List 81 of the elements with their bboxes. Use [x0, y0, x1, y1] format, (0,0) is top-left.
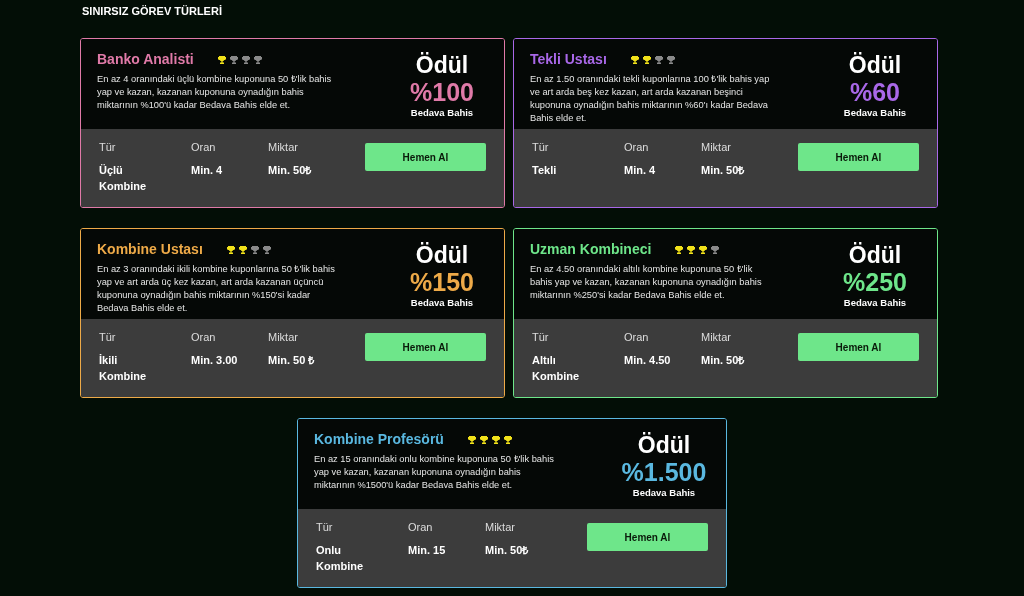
claim-button[interactable]: Hemen Al: [798, 333, 919, 361]
quest-description: En az 3 oranındaki ikili kombine kuponlarına 50 ₺'lik bahis yap ve art arda üç kez kazan, art arda kazanan üçüncü kuponuna oynadığın bahis miktarının %150'si kadar Bedava Bahis elde et.: [97, 263, 336, 315]
claim-button[interactable]: Hemen Al: [365, 143, 486, 171]
reward-percent: %100: [409, 78, 475, 106]
trophy-icon: [711, 245, 720, 254]
reward-type: Bedava Bahis: [409, 106, 475, 120]
field-value: Üçlü Kombine: [99, 162, 148, 194]
field-value: Altılı Kombine: [532, 352, 581, 384]
claim-button[interactable]: Hemen Al: [587, 523, 708, 551]
claim-button[interactable]: Hemen Al: [798, 143, 919, 171]
field-label: Miktar: [268, 140, 299, 155]
trophy-icon: [687, 245, 696, 254]
trophy-icon: [479, 435, 488, 444]
trophy-icon: [642, 55, 651, 64]
field-label: Miktar: [701, 140, 732, 155]
field-label: Oran: [624, 330, 650, 345]
reward-label: Ödül: [847, 53, 903, 78]
trophy-icon: [654, 55, 663, 64]
field-label: Tür: [532, 140, 550, 155]
field-value: Min. 3.00: [191, 352, 239, 368]
trophy-icon: [226, 245, 235, 254]
reward-label: Ödül: [636, 433, 692, 458]
trophy-icon: [238, 245, 247, 254]
trophy-icon: [467, 435, 476, 444]
reward-percent: %150: [409, 268, 475, 296]
quest-description: En az 4.50 oranındaki altılı kombine kuponuna 50 ₺'lik bahis yap ve kazan, kazanan kuponuna oynadığın bahis miktarının %250'si kadar Bedava Bahis elde et.: [530, 263, 763, 302]
field-label: Tür: [532, 330, 550, 345]
trophy-icon: [250, 245, 259, 254]
reward-type: Bedava Bahis: [842, 296, 908, 310]
field-value: Min. 4.50: [624, 352, 672, 368]
field-value: Min. 15: [408, 542, 447, 558]
field-label: Tür: [99, 330, 117, 345]
reward-label: Ödül: [847, 243, 903, 268]
field-label: Miktar: [485, 520, 516, 535]
quest-title: Kombine Ustası: [97, 240, 203, 259]
field-value: Min. 50₺: [701, 352, 746, 368]
trophy-icon: [503, 435, 512, 444]
reward-type: Bedava Bahis: [631, 486, 697, 500]
field-value: Min. 50₺: [701, 162, 746, 178]
reward-type: Bedava Bahis: [409, 296, 475, 310]
field-label: Tür: [316, 520, 334, 535]
field-label: Miktar: [701, 330, 732, 345]
trophy-icon: [241, 55, 250, 64]
field-value: Min. 50 ₺: [268, 352, 316, 368]
quest-title: Kombine Profesörü: [314, 430, 444, 449]
field-value: Min. 50₺: [485, 542, 530, 558]
trophy-icon: [491, 435, 500, 444]
quest-description: En az 4 oranındaki üçlü kombine kuponuna 50 ₺'lik bahis yap ve kazan, kazanan kuponuna oynadığın bahis miktarının %100'ü kadar Bedava Bahis elde et.: [97, 73, 333, 112]
field-value: Tekli: [532, 162, 558, 178]
field-value: Min. 4: [624, 162, 657, 178]
trophy-icon: [229, 55, 238, 64]
trophy-icon: [217, 55, 226, 64]
quest-title: Tekli Ustası: [530, 50, 607, 69]
quest-description: En az 15 oranındaki onlu kombine kuponuna 50 ₺'lik bahis yap ve kazan, kazanan kuponuna oynadığın bahis miktarının %1500'ü kadar Bedava Bahis elde et.: [314, 453, 555, 492]
reward-label: Ödül: [414, 53, 470, 78]
reward-type: Bedava Bahis: [842, 106, 908, 120]
reward-label: Ödül: [414, 243, 470, 268]
trophy-icon: [262, 245, 271, 254]
field-label: Tür: [99, 140, 117, 155]
field-value: Min. 50₺: [268, 162, 313, 178]
field-label: Oran: [624, 140, 650, 155]
field-label: Oran: [191, 330, 217, 345]
field-label: Oran: [191, 140, 217, 155]
claim-button[interactable]: Hemen Al: [365, 333, 486, 361]
field-label: Miktar: [268, 330, 299, 345]
reward-percent: %60: [848, 78, 901, 106]
quest-title: Uzman Kombineci: [530, 240, 652, 259]
field-value: Min. 4: [191, 162, 224, 178]
reward-percent: %1.500: [620, 458, 708, 486]
trophy-icon: [630, 55, 639, 64]
quest-title: Banko Analisti: [97, 50, 194, 69]
reward-percent: %250: [842, 268, 908, 296]
quest-description: En az 1.50 oranındaki tekli kuponlarına 100 ₺'lik bahis yap ve art arda beş kez kazan, art arda kazanan beşinci kuponuna oynadığın bahis miktarının %60'ı kadar Bedava Bahis elde et.: [530, 73, 771, 125]
field-value: Onlu Kombine: [316, 542, 365, 574]
trophy-icon: [675, 245, 684, 254]
trophy-icon: [253, 55, 262, 64]
field-label: Oran: [408, 520, 434, 535]
trophy-icon: [699, 245, 708, 254]
field-value: İkili Kombine: [99, 352, 148, 384]
section-heading: SINIRSIZ GÖREV TÜRLERİ: [82, 4, 223, 19]
trophy-icon: [666, 55, 675, 64]
